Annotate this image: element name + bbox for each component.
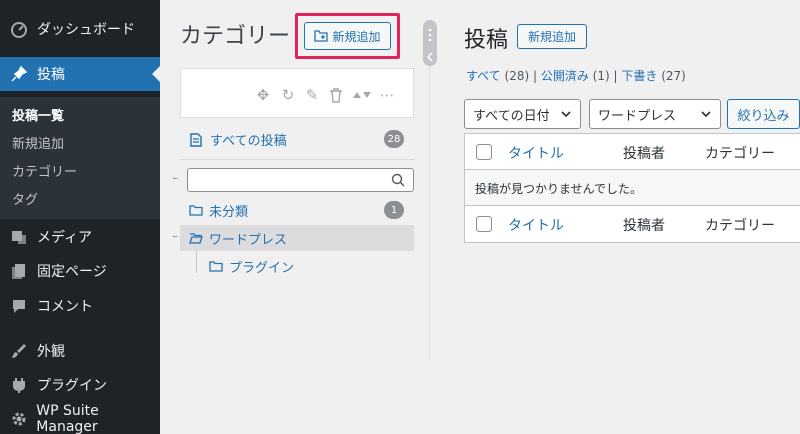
plugin-icon	[9, 375, 29, 395]
category-plugin-label: プラグイン	[229, 261, 295, 276]
category-toolbar: ✥ ↻ ✎ ⋯	[180, 68, 414, 118]
comments-icon	[9, 296, 29, 316]
dashboard-icon	[9, 19, 29, 39]
footer-author: 投稿者	[623, 218, 665, 234]
paintbrush-icon	[9, 341, 29, 361]
empty-message: 投稿が見つかりませんでした。	[475, 182, 643, 196]
add-post-button[interactable]: 新規追加	[517, 24, 587, 49]
divider	[180, 159, 414, 160]
table-footer-row: タイトル 投稿者 カテゴリー	[465, 206, 800, 242]
footer-category: カテゴリー	[705, 218, 775, 234]
filter-button[interactable]: 絞り込み	[727, 99, 800, 129]
document-icon	[190, 132, 202, 147]
all-posts-link[interactable]: すべての投稿	[190, 130, 287, 149]
header-author: 投稿者	[623, 146, 665, 162]
menu-appearance-label: 外観	[37, 344, 65, 360]
admin-sidebar: ダッシュボード 投稿 投稿一覧 新規追加 カテゴリー タグ メディア 固定ページ…	[0, 0, 160, 434]
menu-media-label: メディア	[37, 230, 93, 246]
submenu-categories[interactable]: カテゴリー	[12, 161, 77, 180]
folder-icon	[209, 261, 223, 272]
posts-title: 投稿	[464, 28, 509, 53]
select-all-checkbox-footer[interactable]	[476, 216, 492, 232]
drag-handle-icon	[426, 28, 433, 62]
posts-table: タイトル 投稿者 カテゴリー 投稿が見つかりませんでした。 タイトル 投稿者 カ…	[464, 133, 800, 243]
menu-dashboard-label: ダッシュボード	[37, 22, 135, 38]
menu-posts-label: 投稿	[37, 67, 65, 83]
filter-published-link[interactable]: 公開済み	[541, 69, 589, 83]
filter-draft-label: 下書き	[621, 69, 658, 83]
trash-icon[interactable]	[327, 86, 345, 104]
tree-connector	[196, 251, 197, 273]
menu-pages[interactable]: 固定ページ	[0, 254, 160, 288]
uncategorized-count: 1	[384, 201, 404, 219]
category-wordpress-label: ワードプレス	[209, 233, 288, 248]
menu-plugins[interactable]: プラグイン	[0, 368, 160, 402]
menu-media[interactable]: メディア	[0, 220, 160, 254]
header-title[interactable]: タイトル	[508, 143, 564, 163]
category-filter-value: ワードプレス	[598, 108, 677, 124]
add-post-label: 新規追加	[527, 30, 576, 44]
category-uncategorized[interactable]: 未分類	[189, 201, 248, 220]
menu-comments-label: コメント	[37, 299, 93, 315]
all-posts-label: すべての投稿	[210, 134, 287, 149]
table-empty-row: 投稿が見つかりませんでした。	[465, 170, 800, 206]
sort-icon[interactable]	[351, 86, 373, 104]
all-posts-count: 28	[384, 130, 404, 148]
panel-separator	[429, 20, 430, 360]
chevron-down-icon	[561, 111, 571, 118]
pin-icon	[9, 64, 29, 84]
date-filter-value: すべての日付	[473, 108, 550, 124]
search-icon	[391, 173, 405, 187]
filter-button-label: 絞り込み	[737, 108, 790, 124]
date-filter-select[interactable]: すべての日付	[464, 99, 581, 129]
posts-submenu: 投稿一覧 新規追加 カテゴリー タグ	[0, 97, 160, 219]
refresh-icon[interactable]: ↻	[279, 86, 297, 104]
menu-posts[interactable]: 投稿	[0, 57, 160, 91]
filter-published-count: (1)	[592, 69, 610, 83]
category-wordpress[interactable]: ワードプレス	[189, 229, 287, 248]
categories-title: カテゴリー	[180, 24, 291, 49]
category-filter-select[interactable]: ワードプレス	[589, 99, 721, 129]
post-status-filters: すべて (28) | 公開済み (1) | 下書き (27)	[466, 69, 686, 83]
filter-all-link[interactable]: すべて	[466, 69, 501, 83]
filter-all-label: すべて	[466, 69, 501, 83]
menu-appearance[interactable]: 外観	[0, 334, 160, 368]
folder-icon	[189, 205, 203, 216]
header-category: カテゴリー	[705, 146, 775, 162]
move-icon[interactable]: ✥	[254, 86, 272, 104]
submenu-all-posts[interactable]: 投稿一覧	[12, 105, 64, 124]
gear-icon	[9, 409, 28, 429]
collapse-toggle[interactable]: –	[172, 171, 178, 185]
pages-icon	[9, 261, 29, 281]
panel-resize-handle[interactable]	[423, 20, 437, 66]
table-header-row: タイトル 投稿者 カテゴリー	[465, 134, 800, 170]
folder-open-icon	[189, 233, 203, 244]
menu-plugins-label: プラグイン	[37, 378, 107, 394]
category-uncategorized-label: 未分類	[209, 205, 249, 220]
more-icon[interactable]: ⋯	[377, 86, 397, 104]
media-icon	[9, 227, 29, 247]
menu-pages-label: 固定ページ	[37, 264, 107, 280]
edit-icon[interactable]: ✎	[303, 86, 321, 104]
submenu-tags[interactable]: タグ	[12, 189, 38, 208]
highlight-frame	[295, 13, 400, 59]
filter-published-label: 公開済み	[540, 69, 589, 83]
category-plugin[interactable]: プラグイン	[209, 257, 294, 276]
footer-title[interactable]: タイトル	[508, 215, 564, 235]
menu-dashboard[interactable]: ダッシュボード	[0, 12, 160, 46]
menu-wp-suite-manager[interactable]: WP Suite Manager	[0, 402, 160, 434]
category-search-input[interactable]	[187, 168, 414, 192]
filter-draft-link[interactable]: 下書き	[621, 69, 657, 83]
wordpress-collapse-toggle[interactable]: –	[172, 229, 178, 243]
select-all-checkbox[interactable]	[476, 144, 492, 160]
chevron-down-icon	[701, 111, 711, 118]
menu-wp-suite-manager-label: WP Suite Manager	[36, 403, 99, 434]
submenu-add-new[interactable]: 新規追加	[12, 133, 64, 152]
menu-comments[interactable]: コメント	[0, 289, 160, 323]
filter-all-count: (28)	[504, 69, 530, 83]
filter-draft-count: (27)	[661, 69, 686, 83]
